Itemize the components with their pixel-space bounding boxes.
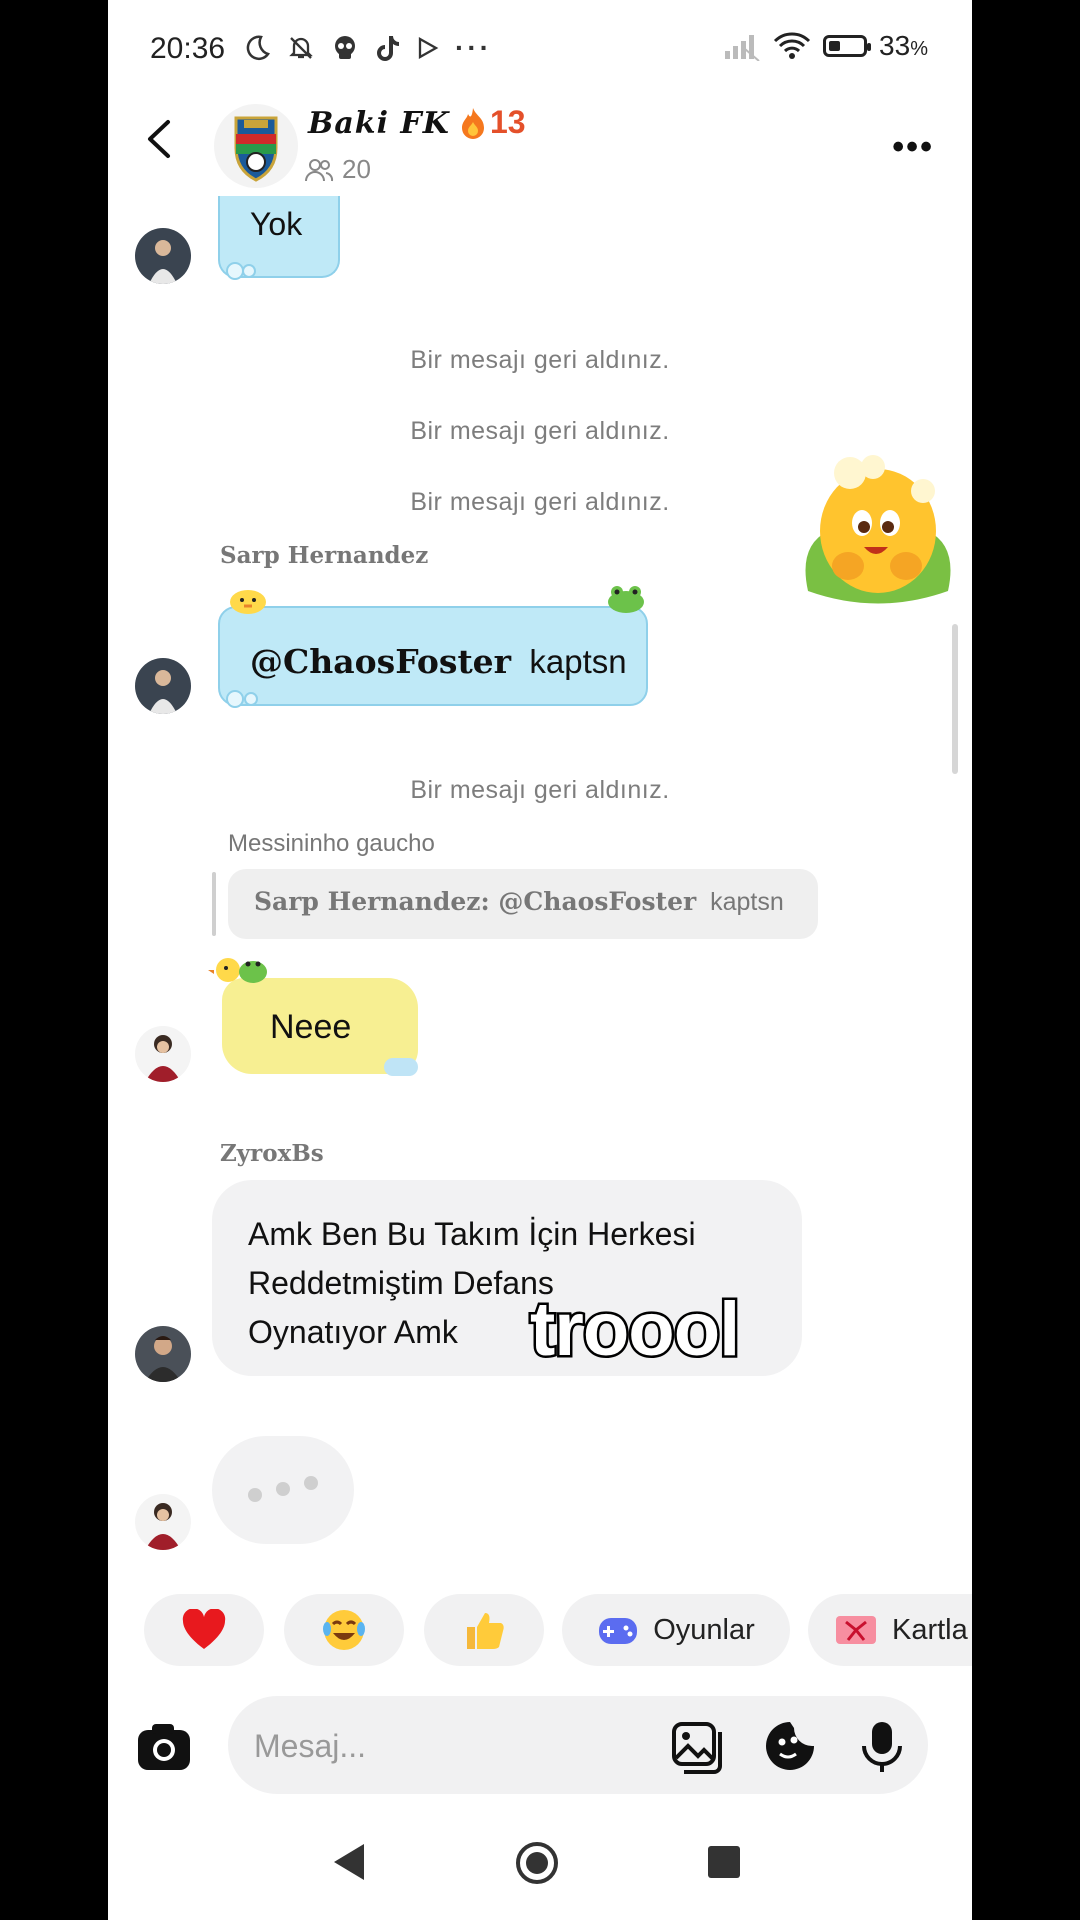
status-bar: 20:36 ··· 33% [108, 0, 972, 96]
status-time: 20:36 [150, 32, 226, 65]
scrollbar[interactable] [952, 624, 958, 774]
corn-sticker [805, 455, 951, 604]
signal-icon [725, 35, 760, 61]
members-count[interactable]: 20 [304, 154, 371, 185]
message-input[interactable] [252, 1722, 636, 1770]
quick-reaction-heart[interactable] [144, 1594, 264, 1666]
nav-recents-icon[interactable] [706, 1844, 742, 1880]
sender-name: Messininho gaucho [228, 830, 435, 857]
group-avatar[interactable] [214, 104, 298, 188]
chat-area[interactable]: Yok Bir mesajı geri aldınız. Bir mesajı … [108, 196, 972, 1576]
battery-icon [823, 35, 872, 57]
cards-label: Kartla [892, 1613, 968, 1646]
battery-percent: 33% [879, 30, 928, 61]
microphone-icon[interactable] [854, 1718, 910, 1774]
club-crest-icon [234, 116, 278, 182]
message-bubble-mention[interactable]: @ChaosFoster kaptsn [218, 606, 648, 708]
cards-button[interactable]: Kartla [808, 1594, 972, 1666]
unsent-notice: Bir mesajı geri aldınız. [410, 776, 670, 804]
avatar-sarp[interactable] [135, 658, 191, 714]
nav-back-icon[interactable] [330, 1840, 370, 1884]
system-nav-bar [108, 1820, 972, 1920]
quoted-sender: Sarp Hernandez: @ChaosFoster [254, 887, 697, 916]
gift-card-icon [836, 1616, 876, 1644]
message-bubble-neee[interactable]: Neee [222, 978, 418, 1076]
quoted-reply[interactable]: Sarp Hernandez: @ChaosFoster kaptsn [228, 869, 818, 939]
message-text: Neee [270, 1008, 352, 1046]
streak-badge: 13 [458, 104, 526, 141]
message-line: Amk Ben Bu Takım İçin Herkesi [248, 1216, 696, 1252]
members-number: 20 [342, 154, 371, 184]
games-button[interactable]: Oyunlar [562, 1594, 790, 1666]
gamepad-icon [599, 1618, 638, 1644]
moon-icon [246, 35, 270, 61]
bubble-decoration [226, 690, 244, 708]
frog-sticker-icon [608, 586, 644, 613]
games-label: Oyunlar [653, 1613, 755, 1646]
bubble-decoration [242, 264, 256, 278]
tiktok-icon [377, 36, 399, 61]
composer [108, 1694, 972, 1798]
heart-emoji-icon [182, 1609, 226, 1649]
typing-indicator [212, 1436, 354, 1544]
duck-sticker-icon [230, 590, 266, 614]
mention-tag[interactable]: @ChaosFoster [250, 642, 511, 681]
typing-dot [304, 1476, 318, 1490]
unsent-notice: Bir mesajı geri aldınız. [410, 346, 670, 374]
avatar-messi[interactable] [135, 1494, 191, 1550]
play-store-icon [418, 37, 439, 59]
nav-home-icon[interactable] [514, 1840, 560, 1886]
more-notifications-icon: ··· [455, 32, 492, 63]
group-name[interactable]: Baki FK [308, 106, 450, 141]
caption-overlay: troool [527, 1285, 742, 1374]
fire-icon [462, 107, 484, 139]
sender-name: ZyroxBs [220, 1140, 324, 1167]
typing-dot [276, 1482, 290, 1496]
camera-icon[interactable] [134, 1716, 194, 1776]
bubble-decoration [384, 1058, 418, 1076]
phone-screen: 20:36 ··· 33% Baki FK 13 20 ••• Yok Bir … [108, 0, 972, 1920]
chat-header: Baki FK 13 20 ••• [108, 96, 972, 196]
members-icon [305, 158, 334, 181]
message-text: Yok [250, 206, 303, 242]
quick-reaction-thumbs[interactable] [424, 1594, 544, 1666]
duck-frog-sticker-icon [208, 958, 267, 983]
streak-count: 13 [490, 104, 526, 140]
status-right: 33% [723, 30, 928, 62]
avatar-zyrox[interactable] [135, 1326, 191, 1382]
status-notification-icons: ··· [243, 30, 492, 66]
skull-icon [335, 36, 355, 59]
more-options-icon[interactable]: ••• [892, 128, 934, 167]
sender-name: Sarp Hernandez [220, 542, 429, 569]
message-bubble-yok[interactable]: Yok [218, 196, 340, 280]
quoted-text: kaptsn [710, 888, 784, 916]
wifi-icon [773, 32, 811, 59]
quick-reaction-laugh[interactable] [284, 1594, 404, 1666]
typing-dot [248, 1488, 262, 1502]
unsent-notice: Bir mesajı geri aldınız. [410, 417, 670, 445]
message-input-wrapper [228, 1696, 928, 1794]
avatar-sarp[interactable] [135, 228, 191, 284]
thumbs-up-emoji-icon [467, 1613, 504, 1649]
sticker-icon[interactable] [762, 1718, 818, 1774]
avatar-messi[interactable] [135, 1026, 191, 1082]
back-arrow-icon[interactable] [136, 114, 186, 164]
reply-indicator [212, 872, 216, 936]
message-text: @ChaosFoster kaptsn [250, 642, 627, 681]
bell-off-icon [289, 37, 313, 59]
message-body: kaptsn [529, 643, 627, 680]
gallery-icon[interactable] [670, 1718, 726, 1774]
tears-of-joy-emoji-icon [323, 1610, 365, 1650]
bubble-decoration [244, 692, 258, 706]
